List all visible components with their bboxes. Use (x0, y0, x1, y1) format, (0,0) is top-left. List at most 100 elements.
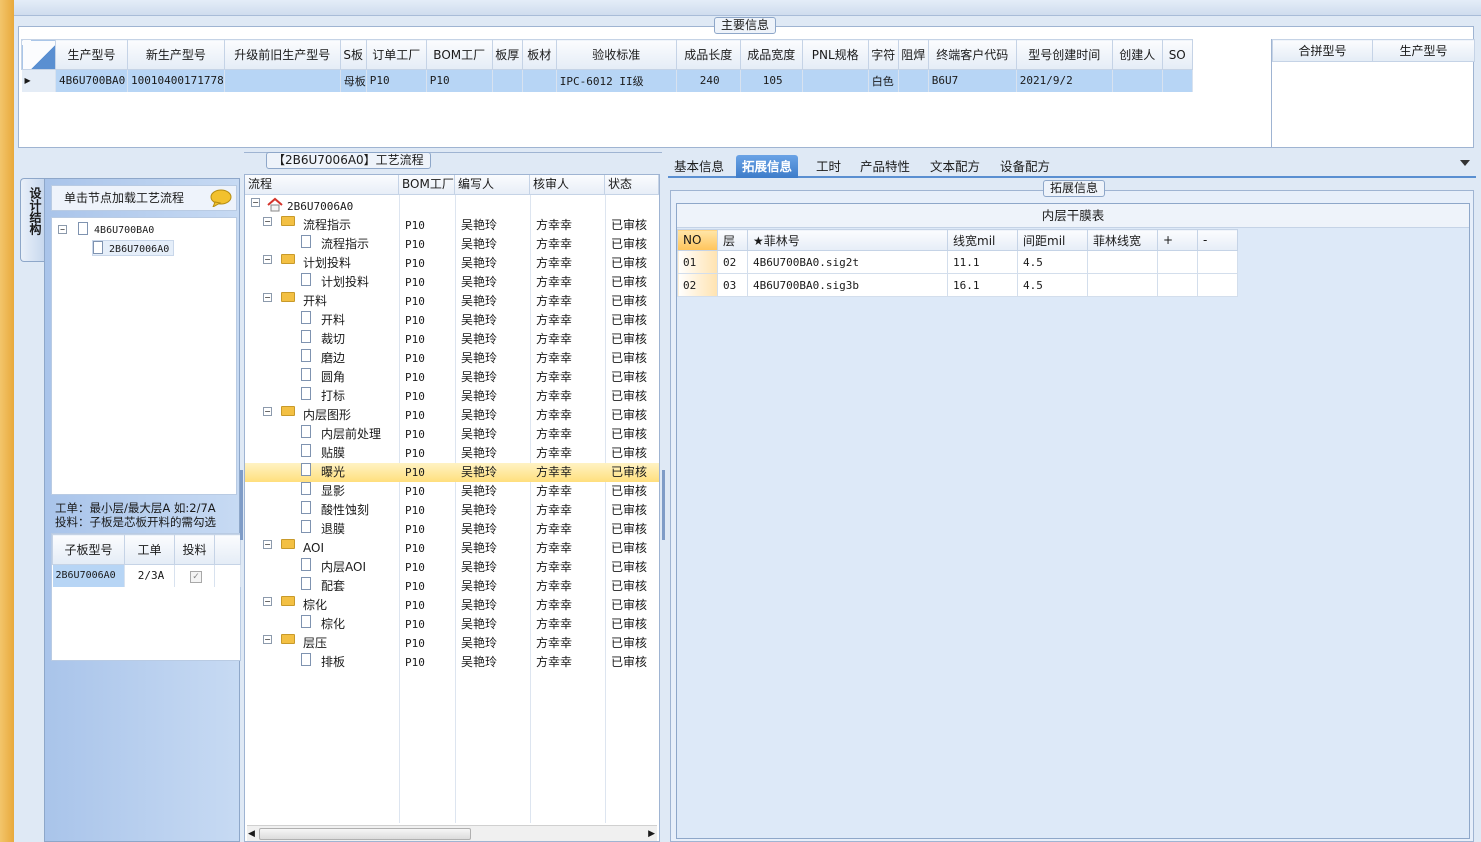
main-cell[interactable] (492, 69, 523, 92)
merge-model-table[interactable]: 合拼型号 生产型号 (1271, 39, 1475, 147)
process-col-reviewer[interactable]: 核审人 (530, 175, 605, 195)
feed-checkbox[interactable]: ✓ (190, 571, 202, 584)
table-row[interactable]: 2B6U7006A0 2/3A ✓ (52, 564, 241, 587)
process-row[interactable]: 内层AOI P10 吴艳玲 方幸幸 已审核 (245, 558, 659, 577)
main-cell[interactable]: 10010400171778 (127, 69, 225, 92)
merge-col-header[interactable]: 合拼型号 (1272, 39, 1373, 62)
process-row[interactable]: − 棕化 P10 吴艳玲 方幸幸 已审核 (245, 596, 659, 615)
main-col-header[interactable]: 字符 (867, 39, 899, 70)
process-row[interactable]: 流程指示 P10 吴艳玲 方幸幸 已审核 (245, 235, 659, 254)
scroll-left-icon[interactable]: ◀ (248, 829, 255, 839)
main-col-header[interactable]: 成品长度 (675, 39, 741, 70)
sub-model-cell[interactable]: 2B6U7006A0 (52, 564, 125, 587)
tab-4[interactable]: 文本配方 (924, 155, 986, 178)
ext-cell[interactable] (1157, 273, 1198, 297)
main-cell[interactable] (1162, 69, 1193, 92)
table-row[interactable]: 02 03 4B6U700BA0.sig3b 16.1 4.5 (677, 273, 1238, 297)
sub-board-table[interactable]: 子板型号 工单 投料 2B6U7006A0 2/3A ✓ (51, 533, 241, 661)
ext-cell[interactable]: 01 (677, 250, 718, 274)
process-root-row[interactable]: − 2B6U7006A0 (245, 197, 659, 216)
process-row[interactable]: − AOI P10 吴艳玲 方幸幸 已审核 (245, 539, 659, 558)
main-cell[interactable]: IPC-6012 II级 (556, 69, 677, 92)
process-row[interactable]: − 计划投料 P10 吴艳玲 方幸幸 已审核 (245, 254, 659, 273)
process-row[interactable]: − 层压 P10 吴艳玲 方幸幸 已审核 (245, 634, 659, 653)
main-col-header[interactable]: 型号创建时间 (1015, 39, 1113, 70)
scroll-right-icon[interactable]: ▶ (648, 829, 655, 839)
ext-cell[interactable]: 03 (717, 273, 748, 297)
process-row[interactable]: − 开料 P10 吴艳玲 方幸幸 已审核 (245, 292, 659, 311)
main-cell[interactable]: 105 (740, 69, 803, 92)
main-col-header[interactable]: 订单工厂 (365, 39, 427, 70)
ext-cell[interactable]: 4.5 (1017, 250, 1088, 274)
tab-3[interactable]: 产品特性 (854, 155, 916, 178)
tree-node-root[interactable]: 4B6U700BA0 (78, 222, 154, 238)
ext-cell[interactable]: 11.1 (947, 250, 1018, 274)
main-cell[interactable] (1112, 69, 1163, 92)
main-cell[interactable]: 白色 (868, 69, 899, 92)
tab-1[interactable]: 拓展信息 (736, 155, 799, 178)
ext-col-header[interactable]: ★菲林号 (747, 229, 948, 251)
right-splitter[interactable] (662, 470, 665, 540)
sub-col-header[interactable]: 工单 (124, 534, 175, 565)
ext-cell[interactable] (1087, 250, 1158, 274)
main-cell[interactable] (224, 69, 341, 92)
design-structure-tab[interactable]: 设计结构 (20, 178, 44, 262)
ext-col-header[interactable]: NO (677, 229, 718, 251)
ext-col-header[interactable]: 线宽mil (947, 229, 1018, 251)
ext-cell[interactable] (1087, 273, 1158, 297)
ext-cell[interactable] (1197, 250, 1238, 274)
ext-col-header[interactable]: 层 (717, 229, 748, 251)
process-col-writer[interactable]: 编写人 (455, 175, 530, 195)
structure-tree[interactable]: − 4B6U700BA0 2B6U7006A0 (51, 217, 237, 495)
main-col-header[interactable]: BOM工厂 (425, 39, 493, 70)
tab-dropdown-icon[interactable] (1460, 160, 1470, 166)
tree-node-child[interactable]: 2B6U7006A0 (92, 240, 175, 256)
process-tree-panel[interactable]: 流程 BOM工厂 编写人 核审人 状态 − 2B6U7006A0 − 流程指示 P1… (244, 174, 660, 842)
ext-cell[interactable] (1157, 250, 1198, 274)
main-col-header[interactable]: 创建人 (1111, 39, 1163, 70)
process-col-bom[interactable]: BOM工厂 (399, 175, 455, 195)
ext-cell[interactable]: 4B6U700BA0.sig2t (747, 250, 948, 274)
table-row[interactable]: 01 02 4B6U700BA0.sig2t 11.1 4.5 (677, 250, 1238, 274)
tab-2[interactable]: 工时 (810, 155, 847, 178)
main-col-header[interactable]: 升级前旧生产型号 (223, 39, 341, 70)
process-row[interactable]: 裁切 P10 吴艳玲 方幸幸 已审核 (245, 330, 659, 349)
ext-col-header[interactable]: 间距mil (1017, 229, 1088, 251)
main-col-header[interactable]: S板 (339, 39, 367, 70)
main-col-header[interactable]: 新生产型号 (127, 39, 225, 70)
process-row[interactable]: 开料 P10 吴艳玲 方幸幸 已审核 (245, 311, 659, 330)
main-col-header[interactable]: 验收标准 (555, 39, 677, 70)
process-row[interactable]: 曝光 P10 吴艳玲 方幸幸 已审核 (245, 463, 659, 482)
main-col-header[interactable]: PNL规格 (801, 39, 869, 70)
sub-col-header[interactable]: 子板型号 (52, 534, 125, 565)
process-row[interactable]: 棕化 P10 吴艳玲 方幸幸 已审核 (245, 615, 659, 634)
main-cell[interactable]: P10 (426, 69, 493, 92)
ext-cell[interactable]: 4B6U700BA0.sig3b (747, 273, 948, 297)
row-indicator-icon[interactable]: ▶ (21, 69, 56, 92)
process-row[interactable]: 内层前处理 P10 吴艳玲 方幸幸 已审核 (245, 425, 659, 444)
main-cell[interactable] (802, 69, 869, 92)
main-cell[interactable]: B6U7 (928, 69, 1017, 92)
inner-dryfilm-table[interactable]: NO 层 ★菲林号 线宽mil 间距mil 菲林线宽 + - 01 02 4B6U700BA0.s… (677, 229, 1238, 297)
ext-cell[interactable]: 4.5 (1017, 273, 1088, 297)
ext-col-header[interactable]: - (1197, 229, 1238, 251)
ext-cell[interactable] (1197, 273, 1238, 297)
process-row[interactable]: 磨边 P10 吴艳玲 方幸幸 已审核 (245, 349, 659, 368)
feed-checkbox-cell[interactable]: ✓ (174, 564, 215, 587)
process-row[interactable]: 酸性蚀刻 P10 吴艳玲 方幸幸 已审核 (245, 501, 659, 520)
process-row[interactable]: 排板 P10 吴艳玲 方幸幸 已审核 (245, 653, 659, 672)
tab-5[interactable]: 设备配方 (994, 155, 1056, 178)
main-col-header[interactable]: 阻焊 (897, 39, 929, 70)
main-col-header[interactable]: 终端客户代码 (927, 39, 1017, 70)
main-cell[interactable] (898, 69, 929, 92)
scroll-thumb[interactable] (259, 828, 471, 840)
left-splitter[interactable] (240, 470, 243, 540)
merge-col-header[interactable]: 生产型号 (1372, 39, 1475, 62)
ext-cell[interactable]: 02 (677, 273, 718, 297)
main-cell[interactable]: 4B6U700BA0 (55, 69, 128, 92)
tab-0[interactable]: 基本信息 (668, 155, 730, 178)
tree-expander-icon[interactable]: − (58, 222, 67, 238)
process-row[interactable]: − 流程指示 P10 吴艳玲 方幸幸 已审核 (245, 216, 659, 235)
sub-order-cell[interactable]: 2/3A (124, 564, 175, 587)
main-col-header[interactable]: 生产型号 (55, 39, 128, 70)
